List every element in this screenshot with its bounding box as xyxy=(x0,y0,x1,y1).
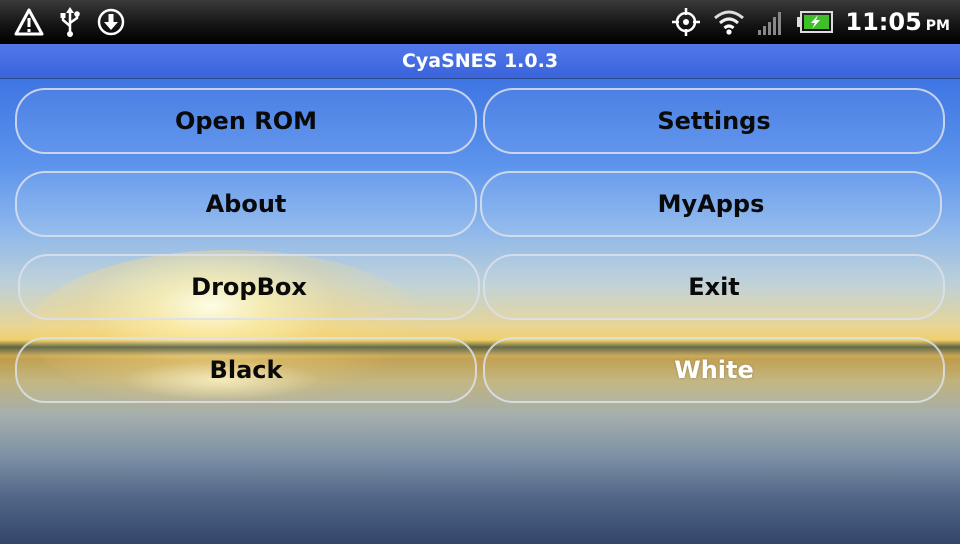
open-rom-button-label: Open ROM xyxy=(174,107,318,135)
app-title-bar: CyaSNES 1.0.3 xyxy=(0,44,960,78)
usb-icon xyxy=(58,6,82,38)
white-theme-button[interactable]: White xyxy=(483,337,945,403)
download-icon xyxy=(96,7,126,37)
about-button[interactable]: About xyxy=(15,171,477,237)
open-rom-button[interactable]: Open ROM xyxy=(15,88,477,154)
dropbox-button[interactable]: DropBox xyxy=(18,254,480,320)
about-button-label: About xyxy=(205,190,287,218)
black-theme-button[interactable]: Black xyxy=(15,337,477,403)
clock-ampm: PM xyxy=(925,18,950,34)
black-theme-button-label: Black xyxy=(209,356,283,384)
status-clock: 11:05 PM xyxy=(845,8,950,36)
status-bar: 11:05 PM xyxy=(0,0,960,44)
gps-icon xyxy=(671,7,701,37)
settings-button-label: Settings xyxy=(657,107,771,135)
signal-icon xyxy=(757,8,785,36)
exit-button[interactable]: Exit xyxy=(483,254,945,320)
clock-time: 11:05 xyxy=(845,8,922,36)
settings-button[interactable]: Settings xyxy=(483,88,945,154)
exit-button-label: Exit xyxy=(688,273,740,301)
myapps-button[interactable]: MyApps xyxy=(480,171,942,237)
white-theme-button-label: White xyxy=(674,356,754,384)
warning-icon xyxy=(14,7,44,37)
status-left-icons xyxy=(0,6,126,38)
battery-charging-icon xyxy=(797,11,834,33)
myapps-button-label: MyApps xyxy=(657,190,765,218)
status-right-icons: 11:05 PM xyxy=(671,7,960,37)
wifi-icon xyxy=(713,8,745,36)
dropbox-button-label: DropBox xyxy=(191,273,307,301)
app-title: CyaSNES 1.0.3 xyxy=(401,50,559,72)
